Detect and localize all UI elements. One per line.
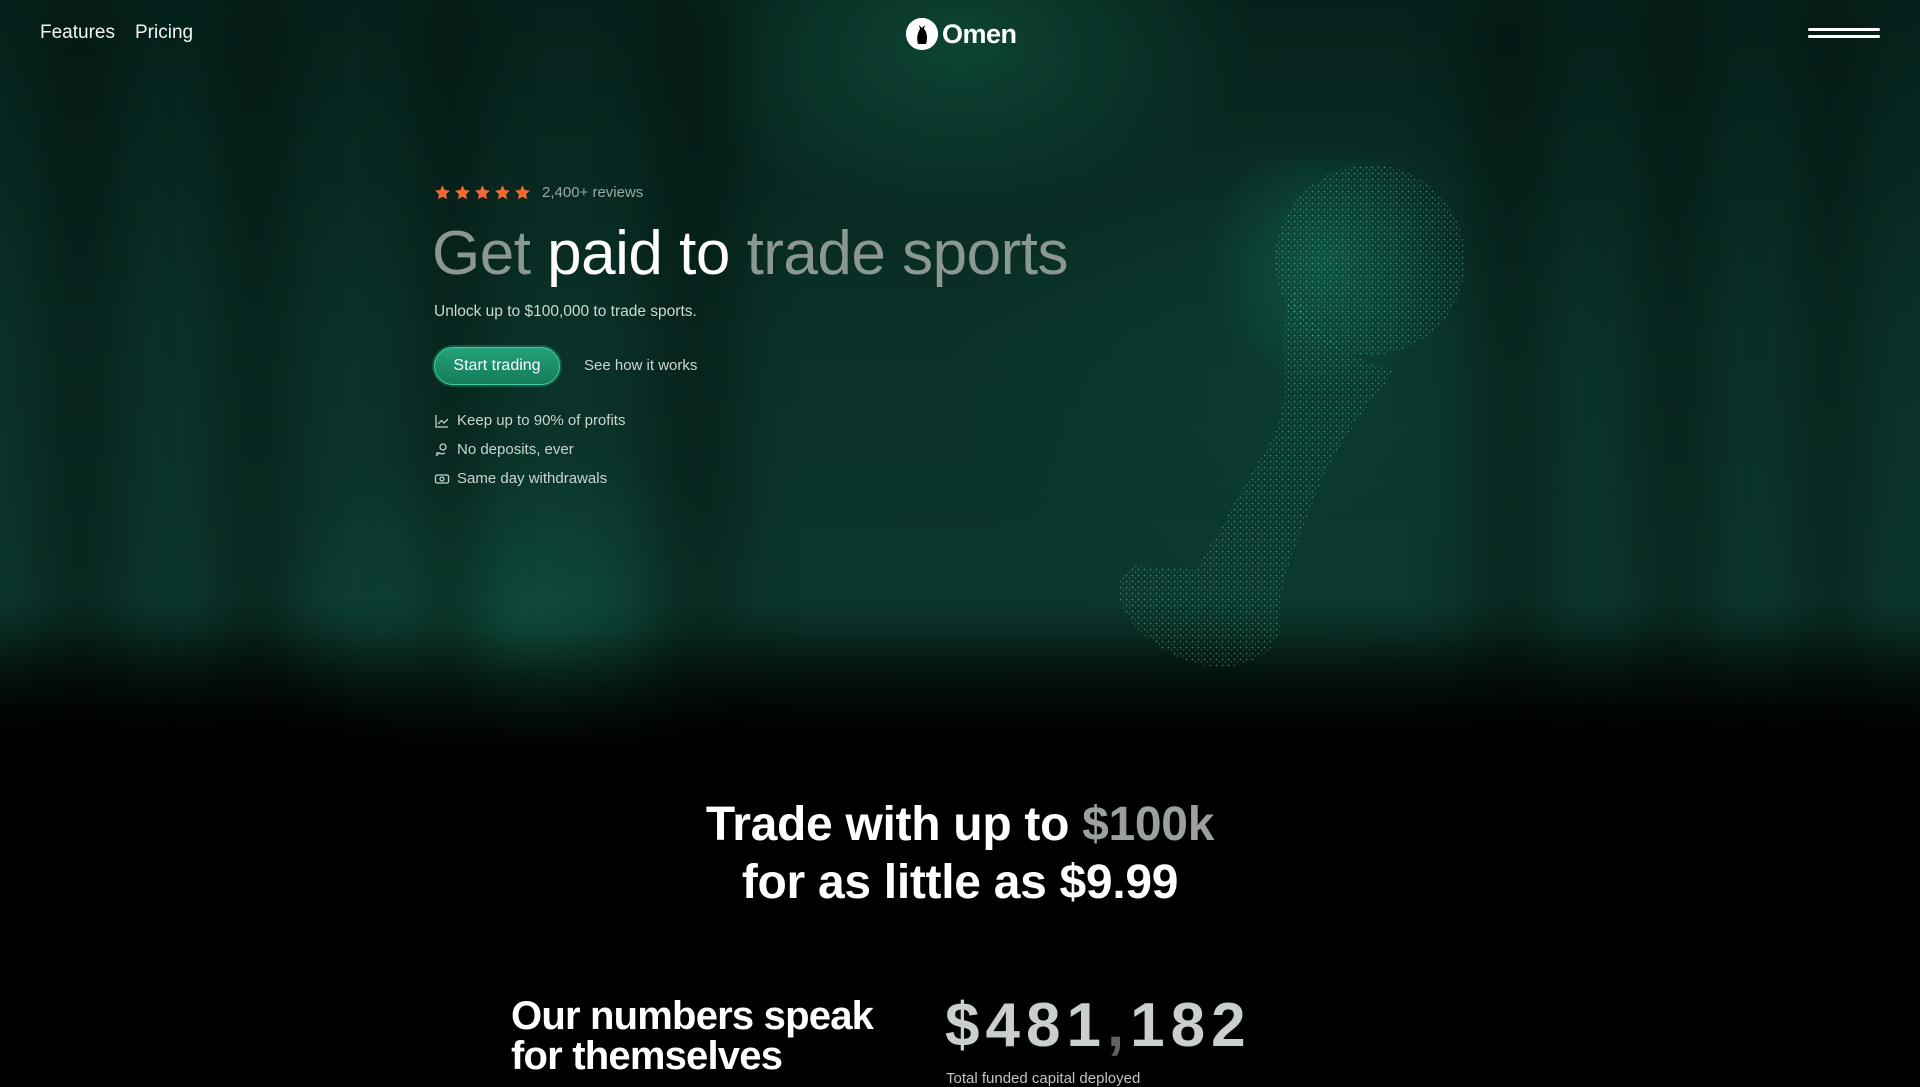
feature-text: No deposits, ever [457, 441, 574, 458]
hamburger-menu-icon[interactable] [1808, 26, 1880, 42]
hero-subhead: Unlock up to $100,000 to trade sports. [434, 303, 697, 320]
numbers-heading-line2: for themselves [511, 1034, 783, 1078]
nav-link-features[interactable]: Features [40, 22, 115, 44]
tagline-text: Trade with up to [705, 798, 1083, 851]
cash-icon [434, 473, 450, 484]
start-trading-button[interactable]: Start trading [434, 347, 560, 385]
stat-caption: Total funded capital deployed [946, 1070, 1141, 1087]
feature-item: Keep up to 90% of profits [434, 406, 625, 435]
trophy-particle-graphic [1119, 160, 1465, 667]
feature-text: Same day withdrawals [457, 470, 608, 487]
feature-list: Keep up to 90% of profits No deposits, e… [434, 406, 625, 493]
chart-up-icon [435, 414, 449, 428]
hand-coin-icon [435, 442, 447, 456]
tagline-highlight: $100k [1082, 798, 1215, 851]
funded-capital-stat: $481,182 [945, 990, 1252, 1061]
hero-headline: Get paid to trade sports [432, 218, 1068, 289]
see-how-it-works-link[interactable]: See how it works [584, 357, 697, 374]
reviews-count: 2,400+ reviews [542, 184, 644, 201]
nav-link-pricing[interactable]: Pricing [135, 22, 193, 44]
star-icon [455, 185, 470, 200]
headline-word-get: Get [432, 219, 531, 288]
logo-text: Omen [942, 18, 1017, 49]
stat-suffix: 182 [1130, 991, 1252, 1060]
cat-logo-icon [906, 18, 938, 50]
hero-section [0, 0, 1920, 750]
stat-comma: , [1106, 991, 1131, 1060]
numbers-heading-line1: Our numbers speak [511, 994, 874, 1038]
numbers-heading: Our numbers speak for themselves [511, 994, 874, 1078]
tagline-line2: for as little as $9.99 [741, 856, 1179, 909]
stat-prefix: $481 [945, 991, 1107, 1060]
star-icon [475, 185, 490, 200]
tagline-line1: Trade with up to $100k [0, 796, 1920, 854]
feature-item: No deposits, ever [434, 435, 625, 464]
star-icon [435, 185, 450, 200]
headline-word-trade-sports: trade sports [746, 219, 1069, 288]
pricing-tagline: Trade with up to $100k for as little as … [0, 796, 1920, 912]
star-icon [515, 185, 530, 200]
feature-text: Keep up to 90% of profits [457, 412, 626, 429]
headline-word-paid-to: paid to [547, 219, 730, 288]
star-icon [495, 185, 510, 200]
logo[interactable]: Omen [906, 18, 1017, 50]
rating: 2,400+ reviews [434, 184, 643, 201]
feature-item: Same day withdrawals [434, 464, 625, 493]
